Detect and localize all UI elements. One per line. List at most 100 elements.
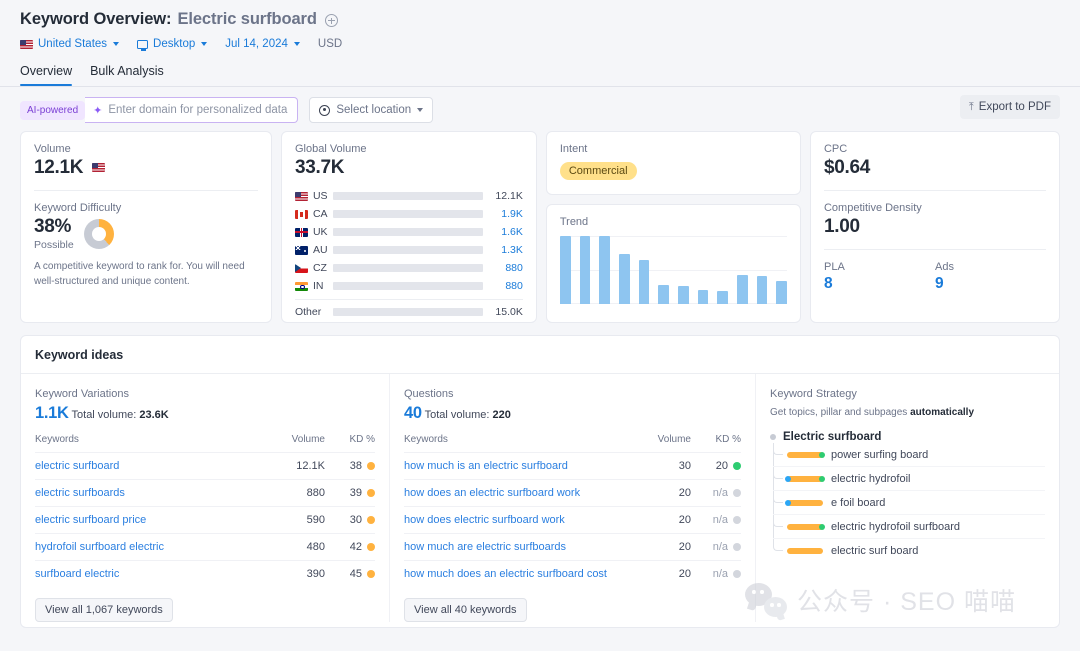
strategy-item[interactable]: e foil board [773,491,1045,515]
keyword-link[interactable]: hydrofoil surfboard electric [35,541,164,553]
kd-cell: 45 [325,561,375,588]
keyword-link[interactable]: electric surfboards [35,487,125,499]
keyword-link[interactable]: electric surfboard price [35,514,146,526]
cz-flag-icon [295,264,308,273]
kd-value: 39 [350,487,362,499]
add-keyword-icon[interactable] [325,14,338,27]
keyword-variations-total-prefix: Total volume: [72,409,137,421]
country-filter[interactable]: United States [20,38,119,50]
column-header-keywords: Keywords [404,434,635,453]
tab-bulk-analysis[interactable]: Bulk Analysis [90,64,164,86]
trend-bars [560,236,787,304]
domain-input[interactable]: ✦ Enter domain for personalized data [85,97,298,123]
cpc-card: CPC $0.64 Competitive Density 1.00 PLA 8… [810,131,1060,323]
keyword-strategy-head: Keyword Strategy [770,388,1045,400]
tree-elbow-icon [773,539,783,551]
keyword-link[interactable]: electric surfboard [35,460,119,472]
country-volume-value[interactable]: 1.6K [483,226,523,238]
strategy-item[interactable]: electric hydrofoil surfboard [773,515,1045,539]
keyword-variations-table: Keywords Volume KD % electric surfboard1… [35,434,375,587]
global-volume-card: Global Volume 33.7K US12.1KCA1.9KUK1.6KA… [281,131,537,323]
table-row: how much does an electric surfboard cost… [404,561,741,588]
pla-block: PLA 8 [824,261,935,293]
volume-bar-track [333,246,483,254]
intent-badge[interactable]: Commercial [560,162,637,180]
kd-cell: 39 [325,480,375,507]
view-all-keywords-button[interactable]: View all 1,067 keywords [35,598,173,622]
country-volume-value[interactable]: 880 [483,262,523,274]
tree-node-icon [770,434,776,440]
global-volume-divider [295,299,523,300]
strategy-item[interactable]: electric hydrofoil [773,467,1045,491]
trend-bar [698,290,709,304]
table-row: electric surfboards88039 [35,480,375,507]
questions-total-value: 220 [493,409,511,421]
volume-cell: 12.1K [269,453,325,480]
keyword-difficulty-label: Keyword Difficulty [34,202,258,214]
kd-value: n/a [713,487,728,499]
strategy-bar [787,452,823,458]
global-volume-label: Global Volume [295,143,523,155]
kd-status-dot [733,516,741,524]
location-select[interactable]: Select location [309,97,433,123]
strategy-bar-right-dot [819,524,825,530]
keyword-link[interactable]: how does electric surfboard work [404,514,565,526]
pla-value[interactable]: 8 [824,275,935,293]
strategy-item-label: electric hydrofoil [831,473,910,485]
header-filters: United States Desktop Jul 14, 2024 USD [20,38,1060,50]
strategy-item[interactable]: electric surf board [773,539,1045,563]
ads-label: Ads [935,261,1046,273]
export-to-pdf-button[interactable]: ⤒ Export to PDF [960,95,1060,119]
country-volume-value: 12.1K [483,190,523,202]
trend-label: Trend [560,216,787,228]
country-volume-value[interactable]: 1.3K [483,244,523,256]
domain-input-placeholder: Enter domain for personalized data [108,104,287,116]
keyword-cell: electric surfboard price [35,507,269,534]
keyword-cell: how does electric surfboard work [404,507,635,534]
trend-bar [619,254,630,304]
keyword-difficulty-row: 38% Possible [34,216,258,251]
keyword-link[interactable]: how much is an electric surfboard [404,460,568,472]
country-volume-value[interactable]: 1.9K [483,208,523,220]
strategy-bar [787,500,823,506]
keyword-ideas-title: Keyword ideas [21,336,1059,373]
keyword-link[interactable]: how much does an electric surfboard cost [404,568,607,580]
volume-cell: 20 [635,561,691,588]
kd-cell: n/a [691,561,741,588]
view-all-questions-button[interactable]: View all 40 keywords [404,598,527,622]
keyword-difficulty-description: A competitive keyword to rank for. You w… [34,260,258,289]
page-title: Keyword Overview: Electric surfboard [20,10,1060,29]
keyword-link[interactable]: surfboard electric [35,568,119,580]
chevron-down-icon [294,42,300,46]
global-volume-row: CA1.9K [295,205,523,223]
strategy-item[interactable]: power surfing board [773,443,1045,467]
strategy-bar [787,548,823,554]
keyword-cell: electric surfboard [35,453,269,480]
au-flag-icon [295,246,308,255]
table-row: how does an electric surfboard work20n/a [404,480,741,507]
trend-bar [580,236,591,304]
keyword-cell: how much is an electric surfboard [404,453,635,480]
keyword-strategy-subtitle-prefix: Get topics, pillar and subpages [770,407,907,418]
kd-status-dot [733,543,741,551]
keyword-link[interactable]: how does an electric surfboard work [404,487,580,499]
ads-value[interactable]: 9 [935,275,1046,293]
global-volume-row: UK1.6K [295,223,523,241]
keyword-link[interactable]: how much are electric surfboards [404,541,566,553]
date-filter[interactable]: Jul 14, 2024 [225,38,300,50]
global-volume-row: US12.1K [295,187,523,205]
keyword-variations-column: Keyword Variations 1.1K Total volume: 23… [21,374,389,622]
kd-cell: 20 [691,453,741,480]
kd-value: n/a [713,541,728,553]
device-filter[interactable]: Desktop [137,38,207,50]
keyword-cell: how does an electric surfboard work [404,480,635,507]
keyword-strategy-subtitle: Get topics, pillar and subpages automati… [770,407,1045,418]
questions-table: Keywords Volume KD % how much is an elec… [404,434,741,587]
intent-label: Intent [560,143,787,155]
tab-overview[interactable]: Overview [20,64,72,86]
card-divider [34,190,258,191]
table-row: how much is an electric surfboard3020 [404,453,741,480]
country-volume-value[interactable]: 880 [483,280,523,292]
trend-bar [599,236,610,304]
kd-cell: n/a [691,480,741,507]
